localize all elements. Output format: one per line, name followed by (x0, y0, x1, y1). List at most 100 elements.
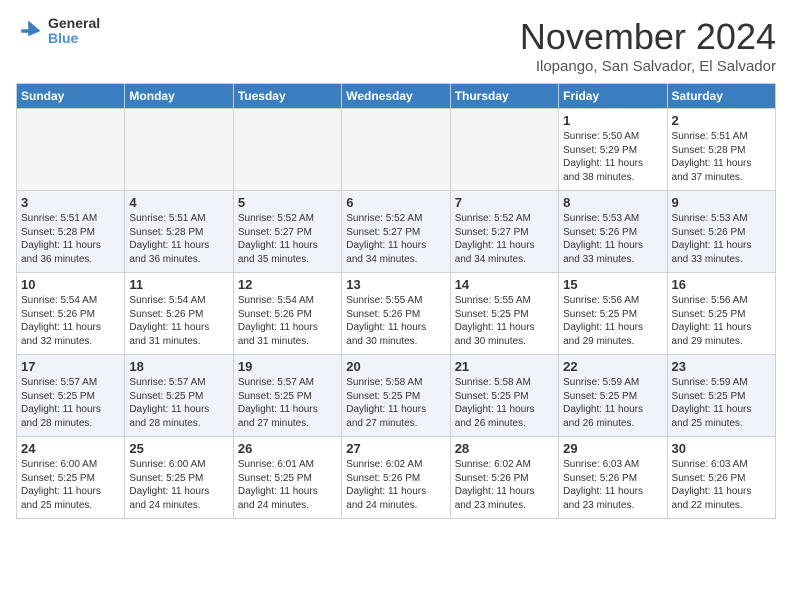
col-header-friday: Friday (559, 84, 667, 109)
day-info: Sunrise: 5:52 AM Sunset: 5:27 PM Dayligh… (238, 212, 337, 266)
day-info: Sunrise: 6:00 AM Sunset: 5:25 PM Dayligh… (129, 458, 228, 512)
calendar-day-cell: 18Sunrise: 5:57 AM Sunset: 5:25 PM Dayli… (125, 355, 233, 437)
calendar-day-cell (233, 109, 341, 191)
day-number: 1 (563, 113, 662, 128)
day-info: Sunrise: 5:54 AM Sunset: 5:26 PM Dayligh… (21, 294, 120, 348)
calendar-day-cell: 5 Sunrise: 5:52 AM Sunset: 5:27 PM Daylig… (233, 191, 341, 273)
day-number: 2 (672, 113, 771, 128)
day-info: Sunrise: 5:51 AM Sunset: 5:28 PM Dayligh… (129, 212, 228, 266)
day-info: Sunrise: 6:03 AM Sunset: 5:26 PM Dayligh… (563, 458, 662, 512)
calendar-day-cell: 17 Sunrise: 5:57 AM Sunset: 5:25 PM Dayli… (17, 355, 125, 437)
calendar-header-row: SundayMondayTuesdayWednesdayThursdayFrid… (17, 84, 776, 109)
day-number: 12 (238, 277, 337, 292)
day-info: Sunrise: 5:56 AM Sunset: 5:25 PM Dayligh… (563, 294, 662, 348)
day-number: 17 (21, 359, 120, 374)
day-info: Sunrise: 5:56 AM Sunset: 5:25 PM Dayligh… (672, 294, 771, 348)
calendar-day-cell: 10Sunrise: 5:54 AM Sunset: 5:26 PM Dayli… (17, 273, 125, 355)
calendar-day-cell: 2 Sunrise: 5:51 AM Sunset: 5:28 PM Daylig… (667, 109, 775, 191)
calendar-week-row: 3 Sunrise: 5:51 AM Sunset: 5:28 PM Daylig… (17, 191, 776, 273)
calendar-day-cell: 25 Sunrise: 6:00 AM Sunset: 5:25 PM Dayli… (125, 437, 233, 519)
day-number: 4 (129, 195, 228, 210)
col-header-wednesday: Wednesday (342, 84, 450, 109)
day-info: Sunrise: 5:58 AM Sunset: 5:25 PM Dayligh… (346, 376, 445, 430)
day-number: 7 (455, 195, 554, 210)
month-title: November 2024 (520, 16, 776, 58)
day-info: Sunrise: 5:53 AM Sunset: 5:26 PM Dayligh… (563, 212, 662, 266)
calendar-day-cell: 1 Sunrise: 5:50 AM Sunset: 5:29 PM Daylig… (559, 109, 667, 191)
day-number: 25 (129, 441, 228, 456)
day-info: Sunrise: 6:00 AM Sunset: 5:25 PM Dayligh… (21, 458, 120, 512)
logo-text: General Blue (48, 16, 100, 47)
calendar-day-cell: 7 Sunrise: 5:52 AM Sunset: 5:27 PM Daylig… (450, 191, 558, 273)
day-info: Sunrise: 5:57 AM Sunset: 5:25 PM Dayligh… (21, 376, 120, 430)
day-info: Sunrise: 5:54 AM Sunset: 5:26 PM Dayligh… (238, 294, 337, 348)
calendar-day-cell: 30Sunrise: 6:03 AM Sunset: 5:26 PM Dayli… (667, 437, 775, 519)
day-info: Sunrise: 5:50 AM Sunset: 5:29 PM Dayligh… (563, 130, 662, 184)
day-number: 6 (346, 195, 445, 210)
day-number: 15 (563, 277, 662, 292)
calendar-day-cell: 11 Sunrise: 5:54 AM Sunset: 5:26 PM Dayli… (125, 273, 233, 355)
calendar-day-cell: 20 Sunrise: 5:58 AM Sunset: 5:25 PM Dayli… (342, 355, 450, 437)
calendar-day-cell: 12 Sunrise: 5:54 AM Sunset: 5:26 PM Dayli… (233, 273, 341, 355)
day-info: Sunrise: 5:51 AM Sunset: 5:28 PM Dayligh… (21, 212, 120, 266)
day-number: 3 (21, 195, 120, 210)
day-info: Sunrise: 5:57 AM Sunset: 5:25 PM Dayligh… (238, 376, 337, 430)
calendar-day-cell: 22Sunrise: 5:59 AM Sunset: 5:25 PM Dayli… (559, 355, 667, 437)
calendar-day-cell (17, 109, 125, 191)
col-header-thursday: Thursday (450, 84, 558, 109)
day-info: Sunrise: 5:52 AM Sunset: 5:27 PM Dayligh… (455, 212, 554, 266)
day-info: Sunrise: 5:59 AM Sunset: 5:25 PM Dayligh… (563, 376, 662, 430)
day-info: Sunrise: 5:55 AM Sunset: 5:25 PM Dayligh… (455, 294, 554, 348)
calendar-week-row: 24 Sunrise: 6:00 AM Sunset: 5:25 PM Dayli… (17, 437, 776, 519)
day-number: 28 (455, 441, 554, 456)
day-info: Sunrise: 5:55 AM Sunset: 5:26 PM Dayligh… (346, 294, 445, 348)
calendar-day-cell: 27Sunrise: 6:02 AM Sunset: 5:26 PM Dayli… (342, 437, 450, 519)
calendar-day-cell (450, 109, 558, 191)
calendar-day-cell: 3 Sunrise: 5:51 AM Sunset: 5:28 PM Daylig… (17, 191, 125, 273)
day-info: Sunrise: 5:59 AM Sunset: 5:25 PM Dayligh… (672, 376, 771, 430)
col-header-sunday: Sunday (17, 84, 125, 109)
col-header-saturday: Saturday (667, 84, 775, 109)
calendar-day-cell: 21 Sunrise: 5:58 AM Sunset: 5:25 PM Dayli… (450, 355, 558, 437)
day-number: 21 (455, 359, 554, 374)
calendar-day-cell: 16Sunrise: 5:56 AM Sunset: 5:25 PM Dayli… (667, 273, 775, 355)
calendar-day-cell: 29 Sunrise: 6:03 AM Sunset: 5:26 PM Dayli… (559, 437, 667, 519)
logo-blue-text: Blue (48, 31, 100, 46)
day-info: Sunrise: 5:51 AM Sunset: 5:28 PM Dayligh… (672, 130, 771, 184)
day-number: 26 (238, 441, 337, 456)
calendar-week-row: 10Sunrise: 5:54 AM Sunset: 5:26 PM Dayli… (17, 273, 776, 355)
page-header: General Blue November 2024 Ilopango, San… (16, 16, 776, 75)
day-number: 11 (129, 277, 228, 292)
calendar-day-cell: 13Sunrise: 5:55 AM Sunset: 5:26 PM Dayli… (342, 273, 450, 355)
day-info: Sunrise: 5:52 AM Sunset: 5:27 PM Dayligh… (346, 212, 445, 266)
calendar-day-cell: 15 Sunrise: 5:56 AM Sunset: 5:25 PM Dayli… (559, 273, 667, 355)
logo-icon (16, 17, 44, 45)
calendar-week-row: 1 Sunrise: 5:50 AM Sunset: 5:29 PM Daylig… (17, 109, 776, 191)
title-block: November 2024 Ilopango, San Salvador, El… (520, 16, 776, 75)
day-number: 8 (563, 195, 662, 210)
day-number: 9 (672, 195, 771, 210)
day-info: Sunrise: 5:54 AM Sunset: 5:26 PM Dayligh… (129, 294, 228, 348)
calendar-day-cell: 6 Sunrise: 5:52 AM Sunset: 5:27 PM Daylig… (342, 191, 450, 273)
calendar-day-cell: 26 Sunrise: 6:01 AM Sunset: 5:25 PM Dayli… (233, 437, 341, 519)
day-info: Sunrise: 5:58 AM Sunset: 5:25 PM Dayligh… (455, 376, 554, 430)
calendar-day-cell: 14 Sunrise: 5:55 AM Sunset: 5:25 PM Dayli… (450, 273, 558, 355)
day-info: Sunrise: 6:03 AM Sunset: 5:26 PM Dayligh… (672, 458, 771, 512)
calendar-table: SundayMondayTuesdayWednesdayThursdayFrid… (16, 83, 776, 519)
day-number: 24 (21, 441, 120, 456)
logo: General Blue (16, 16, 100, 47)
calendar-day-cell: 4 Sunrise: 5:51 AM Sunset: 5:28 PM Daylig… (125, 191, 233, 273)
calendar-day-cell (342, 109, 450, 191)
day-number: 23 (672, 359, 771, 374)
day-number: 29 (563, 441, 662, 456)
day-info: Sunrise: 5:57 AM Sunset: 5:25 PM Dayligh… (129, 376, 228, 430)
calendar-day-cell: 28Sunrise: 6:02 AM Sunset: 5:26 PM Dayli… (450, 437, 558, 519)
day-info: Sunrise: 6:01 AM Sunset: 5:25 PM Dayligh… (238, 458, 337, 512)
calendar-day-cell: 23 Sunrise: 5:59 AM Sunset: 5:25 PM Dayli… (667, 355, 775, 437)
day-number: 20 (346, 359, 445, 374)
day-number: 14 (455, 277, 554, 292)
day-number: 5 (238, 195, 337, 210)
day-info: Sunrise: 6:02 AM Sunset: 5:26 PM Dayligh… (346, 458, 445, 512)
calendar-day-cell (125, 109, 233, 191)
col-header-tuesday: Tuesday (233, 84, 341, 109)
